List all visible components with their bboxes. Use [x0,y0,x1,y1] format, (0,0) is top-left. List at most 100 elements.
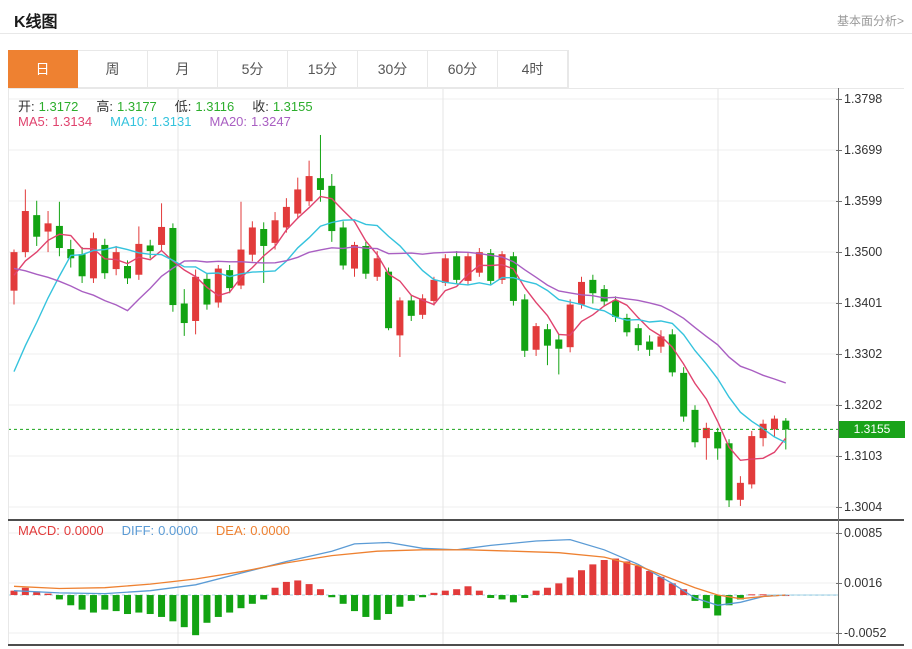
malg-ma20: MA20:1.3247 [209,114,294,129]
candle-body [544,329,551,345]
macd-legend: MACD:0.0000DIFF:0.0000DEA:0.0000 [18,523,308,538]
macd-bar [283,582,290,595]
candle-body [487,253,494,281]
macd-bar [385,595,392,614]
macd-bar [374,595,381,620]
candle-body [249,227,256,254]
candle-body [646,342,653,350]
candle-body [748,436,755,484]
malg-ma5: MA5:1.3134 [18,114,96,129]
candle-body [521,299,528,350]
candle-body [555,339,562,348]
candle-body [589,280,596,293]
mlg-dea: DEA:0.0000 [216,523,294,538]
candle-body [635,328,642,345]
candle-body [567,305,574,348]
macd-bar [487,595,494,598]
macd-bar [249,595,256,604]
axis-label: 1.3401 [844,296,882,310]
ohlc-legend: 开:1.3172高:1.3177低:1.3116收:1.3155 [18,96,331,115]
macd-bar [465,586,472,595]
candle-body [430,280,437,301]
candle-body [726,443,733,500]
macd-bar [419,595,426,597]
macd-bar [340,595,347,604]
macd-bar [351,595,358,611]
ohlc-close: 收:1.3155 [252,99,316,114]
macd-bar [612,559,619,595]
macd-bar [555,583,562,595]
candle-body [192,277,199,321]
macd-bar [510,595,517,602]
candle-body [453,256,460,280]
axis-label: -0.0052 [844,626,886,640]
macd-bar [760,594,767,595]
macd-bar [589,564,596,595]
axis-label: 1.3798 [844,92,882,106]
macd-bar [56,595,63,599]
candle-body [306,176,313,201]
candle-body [442,258,449,283]
macd-bar [544,588,551,595]
candle-body [90,238,97,278]
macd-bar [113,595,120,611]
candle-body [340,227,347,265]
axis-label: 1.3004 [844,500,882,514]
macd-bar [90,595,97,613]
candle-body [45,223,52,231]
candle-body [124,266,131,278]
candle-body [578,282,585,305]
candle-body [79,254,86,276]
macd-bar [521,595,528,598]
candle-body [396,300,403,335]
candle-body [181,304,188,324]
macd-bar [294,580,301,595]
macd-bar [215,595,222,617]
candle-body [476,252,483,273]
candle-body [782,421,789,430]
candle-body [612,300,619,316]
candle-body [692,410,699,442]
macd-bar [238,595,245,608]
candle-body [328,186,335,231]
macd-bar [362,595,369,617]
macd-bar [226,595,233,613]
macd-bar [453,589,460,595]
axis-label: 0.0085 [844,526,882,540]
macd-bar [601,560,608,595]
macd-bar [79,595,86,610]
candle-body [351,245,358,269]
macd-bar [203,595,210,623]
candle-body [33,215,40,237]
macd-bar [181,595,188,627]
macd-bar [567,578,574,596]
macd-bar [306,584,313,595]
macd-bar [533,591,540,595]
candle-body [374,258,381,276]
candle-body [737,483,744,500]
candle-body [158,227,165,245]
candle-body [362,246,369,274]
macd-bar [578,570,585,595]
candle-body [714,432,721,448]
malg-ma10: MA10:1.3131 [110,114,195,129]
candle-body [408,300,415,315]
macd-bar [192,595,199,635]
axis-label: 1.3202 [844,398,882,412]
candle-body [272,220,279,243]
candle-body [294,189,301,213]
macd-bar [396,595,403,607]
axis-label: 1.3599 [844,194,882,208]
axis-label: 1.3302 [844,347,882,361]
macd-bar [328,595,335,597]
axis-label: 0.0016 [844,576,882,590]
macd-bar [476,591,483,595]
macd-bar [169,595,176,621]
ohlc-low: 低:1.3116 [175,99,238,114]
candle-body [533,326,540,350]
candle-body [771,419,778,430]
macd-bar [260,595,267,599]
ohlc-open: 开:1.3172 [18,99,82,114]
candle-body [283,207,290,228]
candle-body [203,279,210,305]
